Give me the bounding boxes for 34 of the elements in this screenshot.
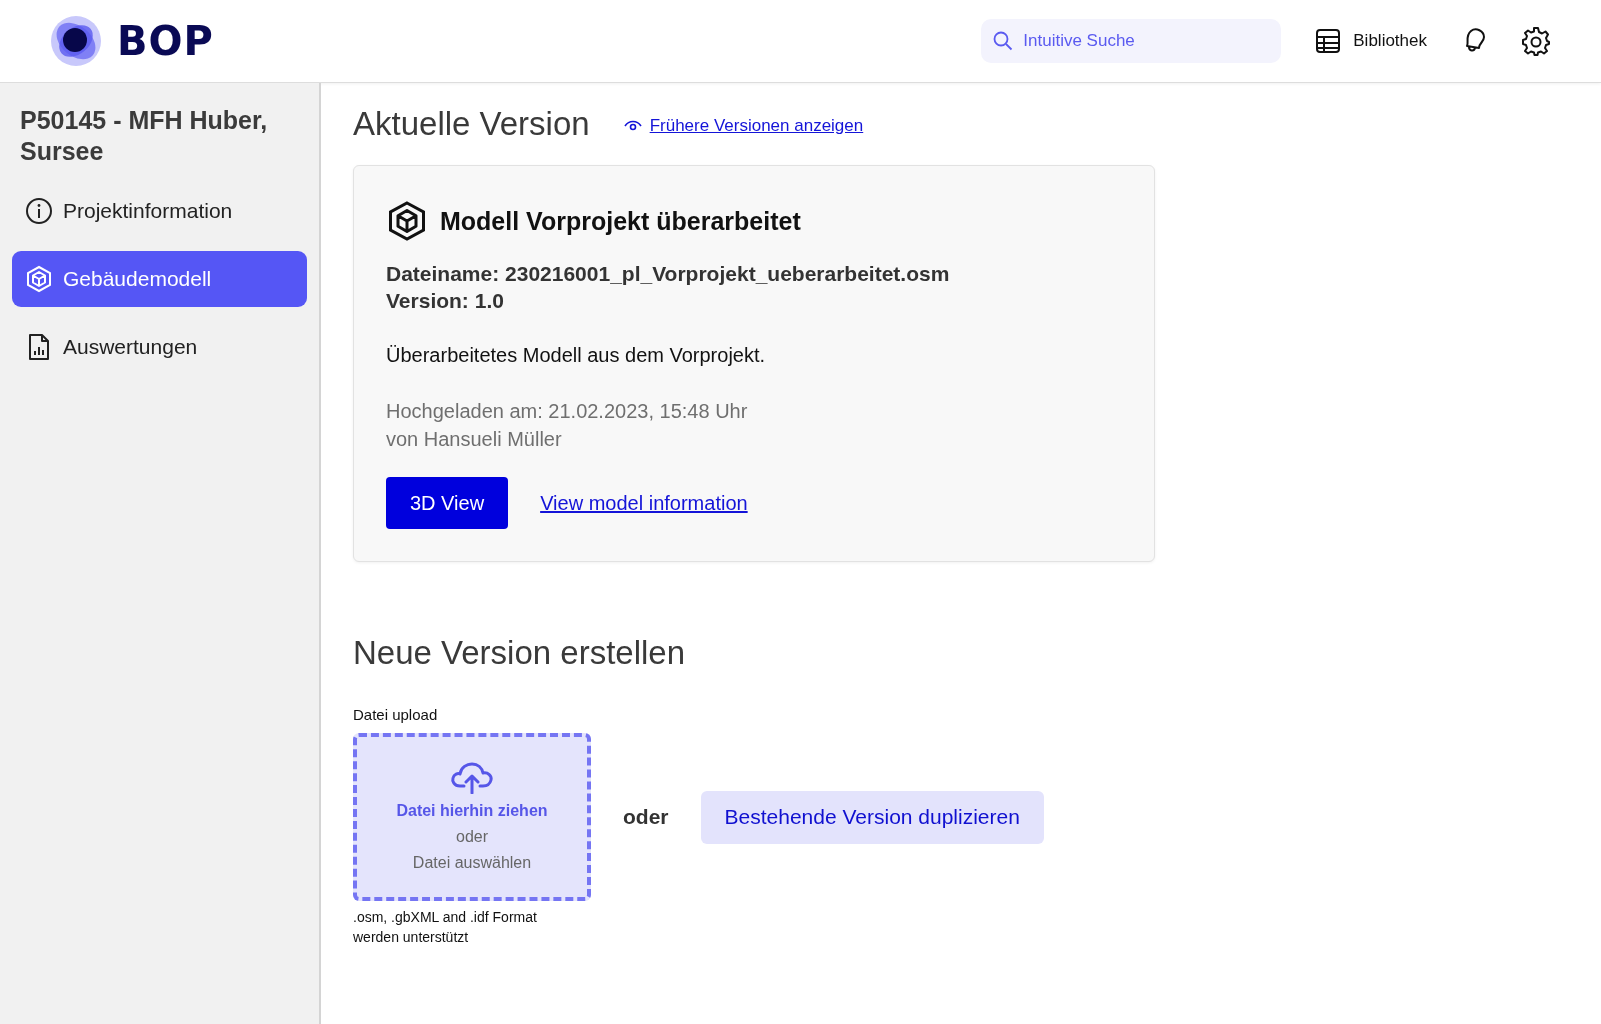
- cube-icon: [386, 200, 428, 242]
- logo-icon: [50, 15, 102, 67]
- eye-icon: [623, 120, 642, 132]
- duplicate-version-button[interactable]: Bestehende Version duplizieren: [700, 790, 1044, 844]
- search-field[interactable]: Intuitive Suche: [981, 19, 1282, 63]
- upload-date: Hochgeladen am: 21.02.2023, 15:48 Uhr: [386, 399, 749, 424]
- previous-versions-link[interactable]: Frühere Versionen anzeigen: [649, 116, 864, 136]
- or-text: oder: [623, 805, 669, 829]
- model-description: Überarbeitetes Modell aus dem Vorprojekt.: [386, 344, 767, 367]
- model-info-link[interactable]: View model information: [540, 491, 748, 515]
- settings-icon[interactable]: [1521, 26, 1551, 56]
- library-button[interactable]: Bibliothek: [1315, 28, 1427, 54]
- nav-item[interactable]: Gebäudemodell: [12, 251, 307, 307]
- 3d-view-button[interactable]: 3D View: [386, 477, 509, 529]
- section-heading: Neue Version erstellen: [353, 634, 687, 672]
- nav-item[interactable]: Auswertungen: [12, 319, 307, 375]
- cube-icon: [25, 265, 53, 293]
- file-drop-zone[interactable]: Datei hierhin ziehen oder Datei auswählen: [353, 733, 591, 901]
- file-name: Dateiname: 230216001_pl_Vorprojekt_ueberarbeitet.osm: [386, 261, 951, 287]
- logo-text: BOP: [117, 18, 214, 64]
- drop-or-text: oder: [456, 828, 488, 846]
- table-icon: [1315, 28, 1342, 54]
- model-title: Modell Vorprojekt überarbeitet: [440, 206, 801, 236]
- cloud-upload-icon: [450, 762, 494, 794]
- drop-hint: Datei hierhin ziehen: [396, 802, 548, 820]
- nav-item[interactable]: Projektinformation: [12, 183, 307, 239]
- choose-file-text: Datei auswählen: [412, 854, 532, 872]
- uploader-name: von Hansueli Müller: [386, 427, 563, 452]
- formats-note: .osm, .gbXML and .idf Format werden unterstützt: [353, 908, 538, 947]
- info-icon: [25, 197, 53, 225]
- upload-label: Datei upload: [353, 706, 439, 723]
- version-number: Version: 1.0: [386, 288, 505, 314]
- project-title: P50145 - MFH Huber, Sursee: [20, 105, 269, 167]
- section-heading: Aktuelle Version: [353, 105, 590, 143]
